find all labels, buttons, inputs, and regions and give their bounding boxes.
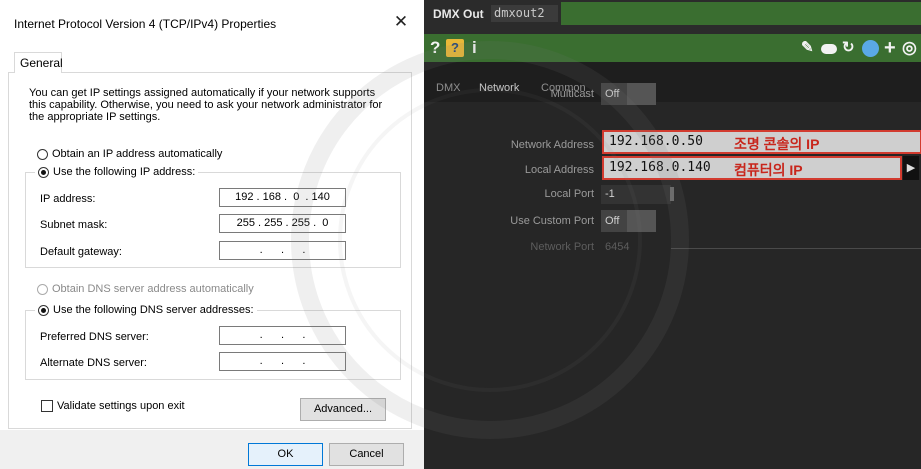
- alternate-dns-label: Alternate DNS server:: [40, 357, 147, 369]
- operator-type: DMX Out: [433, 7, 484, 21]
- description-text: You can get IP settings assigned automat…: [29, 87, 383, 123]
- local-port-field[interactable]: -1: [601, 185, 671, 204]
- console-ip-note: 조명 콘솔의 IP: [734, 136, 820, 152]
- comment-icon[interactable]: [821, 44, 837, 54]
- use-custom-port-label: Use Custom Port: [510, 215, 594, 227]
- dialog-title: Internet Protocol Version 4 (TCP/IPv4) P…: [14, 17, 277, 31]
- network-address-value: 192.168.0.50: [609, 134, 703, 149]
- radio-checked-icon[interactable]: [38, 304, 49, 316]
- toggle-knob: [627, 83, 656, 105]
- info-icon[interactable]: i: [472, 37, 477, 59]
- obtain-dns-auto-label: Obtain DNS server address automatically: [52, 283, 254, 295]
- use-following-dns-option[interactable]: Use the following DNS server addresses:: [35, 303, 257, 317]
- ip-address-field[interactable]: 192 . 168 . 0 . 140: [219, 188, 346, 207]
- local-port-slider-handle[interactable]: [670, 187, 674, 201]
- validate-checkbox[interactable]: [41, 400, 53, 412]
- operator-name-field[interactable]: dmxout2: [491, 5, 558, 22]
- network-port-field[interactable]: 6454: [601, 238, 671, 257]
- multicast-label: Multicast: [550, 88, 594, 100]
- use-custom-port-toggle[interactable]: Off: [601, 210, 656, 232]
- help-icon[interactable]: ?: [430, 37, 440, 59]
- radio-disabled-icon[interactable]: [37, 283, 48, 295]
- local-address-label: Local Address: [524, 164, 594, 176]
- obtain-ip-auto-option[interactable]: Obtain an IP address automatically: [37, 147, 222, 161]
- operator-toolbar: ? ? i ✎ ↻ + ◎: [424, 34, 921, 62]
- header-accent-bar: [561, 2, 921, 25]
- network-port-label: Network Port: [530, 241, 594, 253]
- ip-address-label: IP address:: [40, 193, 96, 205]
- tab-general[interactable]: General: [14, 52, 63, 73]
- network-port-slider-track[interactable]: [671, 248, 921, 249]
- default-gateway-label: Default gateway:: [40, 246, 122, 258]
- obtain-dns-auto-option[interactable]: Obtain DNS server address automatically: [37, 282, 254, 296]
- network-address-field[interactable]: 192.168.0.50 조명 콘솔의 IP: [602, 130, 921, 154]
- computer-ip-note: 컴퓨터의 IP: [734, 162, 803, 178]
- radio-checked-icon[interactable]: [38, 166, 49, 178]
- local-address-field[interactable]: 192.168.0.140 컴퓨터의 IP: [602, 156, 902, 180]
- ipv4-properties-dialog: Internet Protocol Version 4 (TCP/IPv4) P…: [0, 0, 424, 469]
- local-address-menu-icon[interactable]: ▶: [903, 156, 919, 180]
- default-gateway-field[interactable]: . . .: [219, 241, 346, 260]
- use-custom-port-value: Off: [601, 210, 627, 232]
- preferred-dns-label: Preferred DNS server:: [40, 331, 149, 343]
- subnet-mask-field[interactable]: 255 . 255 . 255 . 0: [219, 214, 346, 233]
- python-icon[interactable]: [862, 40, 879, 57]
- local-address-value: 192.168.0.140: [609, 160, 711, 175]
- preferred-dns-field[interactable]: . . .: [219, 326, 346, 345]
- use-following-ip-option[interactable]: Use the following IP address:: [35, 165, 199, 179]
- network-address-label: Network Address: [510, 139, 594, 151]
- close-icon[interactable]: ✕: [388, 9, 414, 35]
- toggle-knob: [627, 210, 656, 232]
- alternate-dns-field[interactable]: . . .: [219, 352, 346, 371]
- multicast-value: Off: [601, 83, 627, 105]
- radio-icon[interactable]: [37, 148, 48, 160]
- network-parameters: Multicast Off Network Address 192.168.0.…: [424, 83, 921, 469]
- obtain-ip-auto-label: Obtain an IP address automatically: [52, 148, 223, 160]
- use-following-dns-label: Use the following DNS server addresses:: [53, 304, 254, 316]
- add-icon[interactable]: +: [884, 37, 896, 59]
- multicast-toggle[interactable]: Off: [601, 83, 656, 105]
- use-following-ip-label: Use the following IP address:: [53, 166, 196, 178]
- cancel-button[interactable]: Cancel: [329, 443, 404, 466]
- subnet-mask-label: Subnet mask:: [40, 219, 108, 231]
- local-port-label: Local Port: [544, 188, 594, 200]
- validate-label: Validate settings upon exit: [57, 400, 185, 412]
- viewer-icon[interactable]: ◎: [902, 37, 917, 59]
- advanced-button[interactable]: Advanced...: [300, 398, 386, 421]
- tab-divider: [8, 72, 412, 73]
- python-help-icon[interactable]: ?: [446, 39, 464, 57]
- cook-icon[interactable]: ↻: [842, 37, 855, 59]
- edit-icon[interactable]: ✎: [801, 37, 814, 59]
- dmx-out-parameter-panel: DMX Out dmxout2 ? ? i ✎ ↻ + ◎ DMX Networ…: [424, 0, 921, 469]
- ok-button[interactable]: OK: [248, 443, 323, 466]
